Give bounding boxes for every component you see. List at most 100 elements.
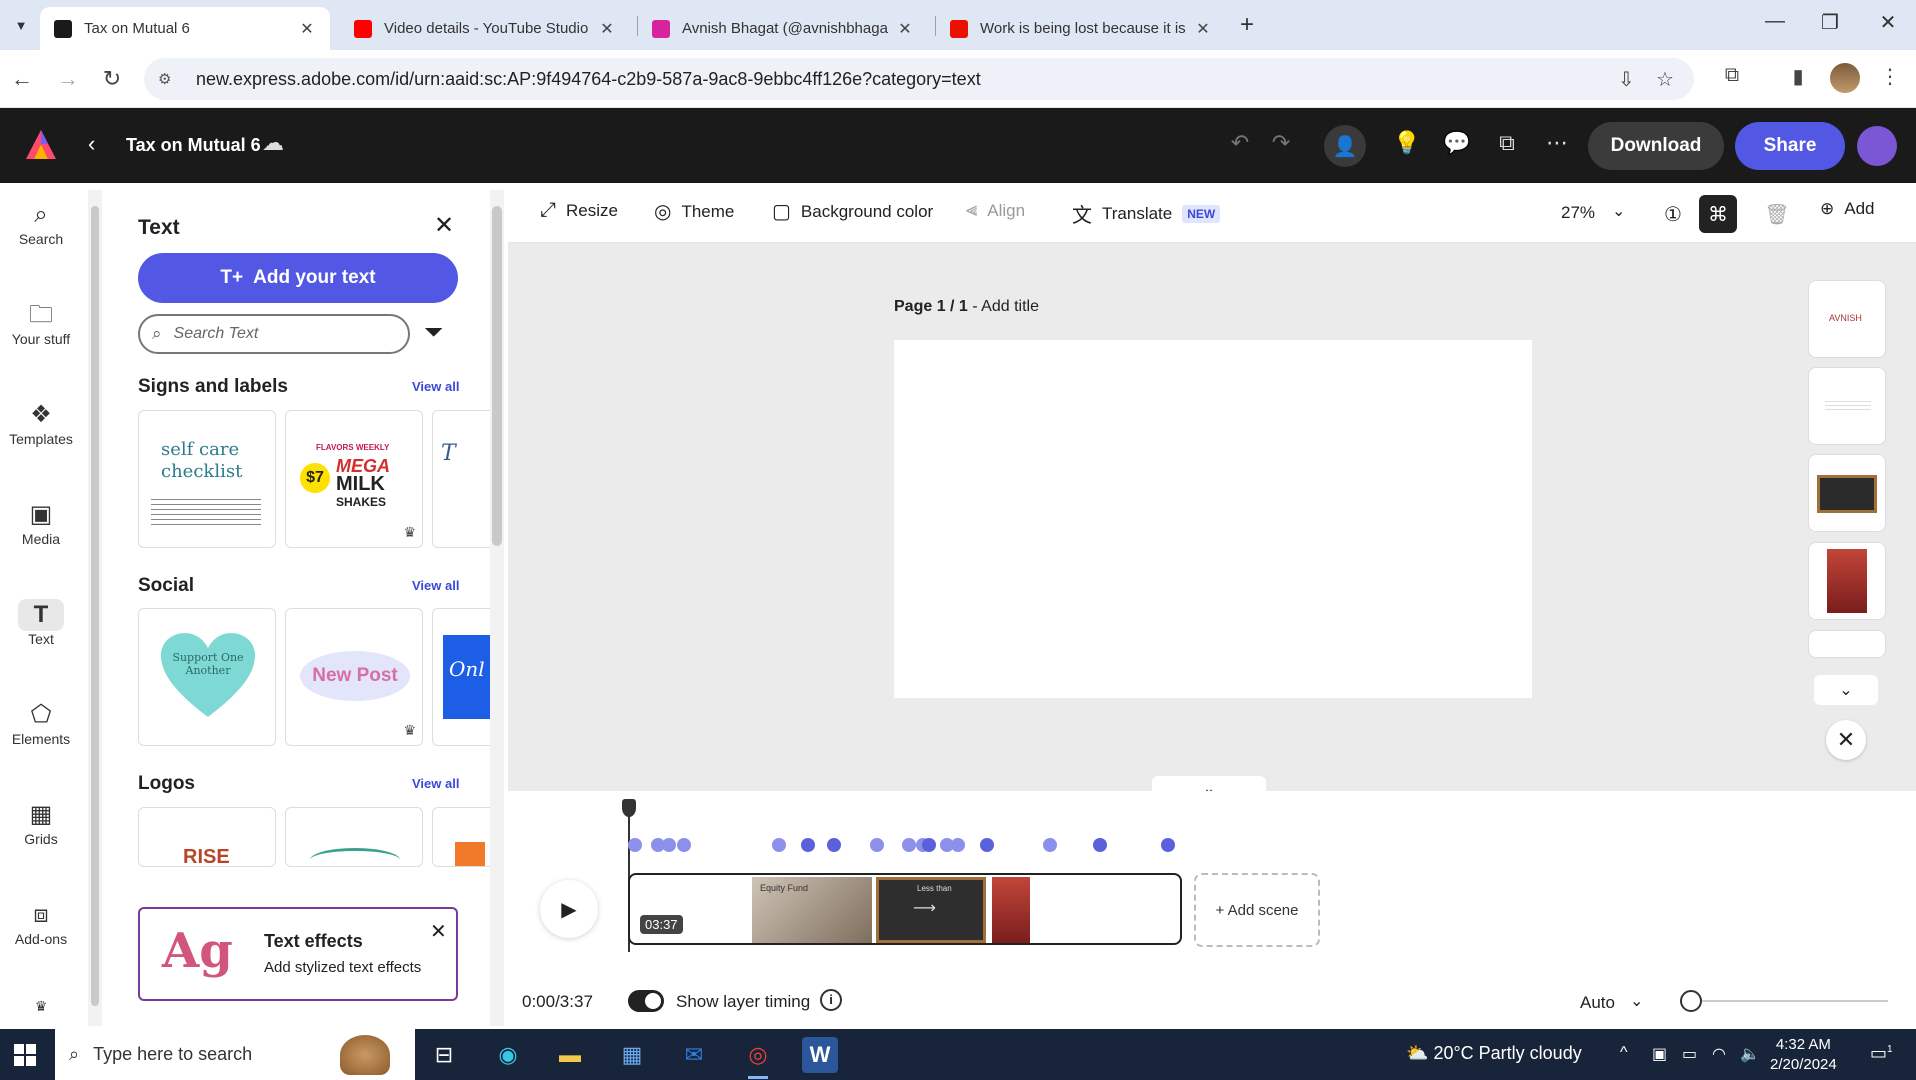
timing-dot[interactable] xyxy=(1161,838,1175,852)
share-button[interactable]: Share xyxy=(1735,122,1845,170)
meet-now-icon[interactable]: ▣ xyxy=(1652,1044,1667,1064)
add-page-button[interactable]: ⊕ Add xyxy=(1820,199,1875,219)
scene-thumbnail[interactable] xyxy=(992,877,1030,943)
rail-scrollbar[interactable] xyxy=(88,190,102,1026)
collapse-timeline-icon[interactable]: ⌄ xyxy=(1152,776,1266,796)
chevron-down-icon[interactable]: ⌄ xyxy=(1630,991,1643,1011)
back-to-home-icon[interactable]: ‹ xyxy=(88,131,95,157)
close-thumbnails-icon[interactable]: ✕ xyxy=(1826,720,1866,760)
download-button[interactable]: Download xyxy=(1588,122,1724,170)
show-layer-timing-toggle[interactable] xyxy=(628,990,664,1012)
close-tab-icon[interactable]: ✕ xyxy=(896,19,914,39)
weather-widget[interactable]: ⛅ 20°C Partly cloudy xyxy=(1406,1043,1582,1064)
background-color-button[interactable]: ▢ Background color xyxy=(772,199,933,224)
mail-icon[interactable]: ✉ xyxy=(676,1037,712,1073)
filter-icon[interactable]: ⏷ xyxy=(424,319,443,347)
timing-dot[interactable] xyxy=(870,838,884,852)
search-text-input[interactable]: ⌕ Search Text xyxy=(138,314,410,354)
comment-icon[interactable]: 💬 xyxy=(1440,130,1474,156)
timing-dot[interactable] xyxy=(902,838,916,852)
volume-icon[interactable]: 🔈 xyxy=(1740,1044,1760,1064)
timing-dot[interactable] xyxy=(628,838,642,852)
tab-tax-on-mutual[interactable]: Tax on Mutual 6 ✕ xyxy=(40,7,330,50)
rail-item-grids[interactable]: ▦ Grids xyxy=(0,799,82,847)
scene-thumbnail[interactable]: Less than ⟶ xyxy=(876,877,986,943)
invite-collaborator-icon[interactable]: 👤 xyxy=(1324,125,1366,167)
rail-item-elements[interactable]: ⬠ Elements xyxy=(0,699,82,747)
add-your-text-button[interactable]: T+ Add your text xyxy=(138,253,458,303)
chrome-icon[interactable]: ◎ xyxy=(740,1037,776,1079)
zoom-chevron-icon[interactable]: ⌄ xyxy=(1612,201,1625,221)
rail-item-your-stuff[interactable]: 🗀 Your stuff xyxy=(0,299,82,347)
template-card-milk-shakes[interactable]: FLAVORS WEEKLY $7 MEGA MILK SHAKES ♛ xyxy=(285,410,423,548)
tab-search-chevron-icon[interactable]: ▼ xyxy=(8,12,34,38)
back-icon[interactable]: ← xyxy=(8,66,36,92)
system-clock[interactable]: 4:32 AM 2/20/2024 xyxy=(1770,1035,1837,1075)
show-hidden-icons-icon[interactable]: ^ xyxy=(1620,1044,1628,1062)
page-thumbnail[interactable] xyxy=(1808,454,1886,532)
template-card-logo-2[interactable] xyxy=(285,807,423,867)
site-settings-icon[interactable]: ⚙ xyxy=(158,70,180,88)
close-panel-icon[interactable]: ✕ xyxy=(434,211,454,240)
timeline-zoom-slider-handle[interactable] xyxy=(1680,990,1702,1012)
wifi-icon[interactable]: ◠ xyxy=(1712,1044,1726,1064)
browser-menu-icon[interactable]: ⋮ xyxy=(1876,64,1904,89)
play-button[interactable]: ▶ xyxy=(540,880,598,938)
scroll-thumb[interactable] xyxy=(492,206,502,546)
tab-instagram[interactable]: Avnish Bhagat (@avnishbhagat ✕ xyxy=(638,7,928,50)
file-explorer-icon[interactable]: ▬ xyxy=(552,1037,588,1073)
zoom-level[interactable]: 27% xyxy=(1561,203,1595,223)
close-window-icon[interactable]: ✕ xyxy=(1868,10,1908,35)
timing-dot[interactable] xyxy=(951,838,965,852)
page-thumbnail[interactable] xyxy=(1808,542,1886,620)
microsoft-store-icon[interactable]: ▦ xyxy=(614,1037,650,1073)
redo-icon[interactable]: ↷ xyxy=(1264,130,1298,156)
new-tab-icon[interactable]: + xyxy=(1240,11,1254,39)
template-card-partial[interactable]: T xyxy=(432,410,490,548)
timeline-zoom-mode[interactable]: Auto xyxy=(1580,993,1615,1013)
edge-icon[interactable]: ◉ xyxy=(490,1037,526,1073)
timing-dot[interactable] xyxy=(801,838,815,852)
minimize-icon[interactable]: — xyxy=(1755,10,1795,33)
close-tab-icon[interactable]: ✕ xyxy=(298,19,316,39)
add-scene-button[interactable]: + Add scene xyxy=(1194,873,1320,947)
close-tab-icon[interactable]: ✕ xyxy=(1194,19,1212,39)
page-number-icon[interactable]: ① xyxy=(1654,195,1692,233)
tab-work-lost[interactable]: Work is being lost because it is ✕ xyxy=(936,7,1226,50)
template-card-heart[interactable]: Support One Another xyxy=(138,608,276,746)
thumbnails-scroll-down-icon[interactable]: ⌄ xyxy=(1814,675,1878,705)
view-all-signs-link[interactable]: View all xyxy=(412,379,459,394)
adobe-express-logo-icon[interactable] xyxy=(24,128,58,162)
template-card-self-care[interactable]: self care checklist xyxy=(138,410,276,548)
template-card-onl[interactable]: Onl xyxy=(432,608,490,746)
timing-dot[interactable] xyxy=(922,838,936,852)
close-tab-icon[interactable]: ✕ xyxy=(598,19,616,39)
lightbulb-icon[interactable]: 💡 xyxy=(1390,130,1424,156)
present-icon[interactable]: ⧉ xyxy=(1490,130,1524,156)
info-icon[interactable]: i xyxy=(820,989,842,1011)
windows-start-icon[interactable] xyxy=(14,1044,36,1066)
timing-dot[interactable] xyxy=(1093,838,1107,852)
url-bar[interactable]: ⚙ new.express.adobe.com/id/urn:aaid:sc:A… xyxy=(144,58,1694,100)
task-view-icon[interactable]: ⊟ xyxy=(426,1037,462,1073)
timing-dot[interactable] xyxy=(772,838,786,852)
document-title[interactable]: Tax on Mutual 6 xyxy=(126,135,261,156)
profile-avatar[interactable] xyxy=(1830,63,1860,93)
timing-dot[interactable] xyxy=(1043,838,1057,852)
restore-icon[interactable]: ❐ xyxy=(1810,10,1850,35)
premium-crown-icon[interactable]: ♛ xyxy=(0,998,82,1015)
rail-item-add-ons[interactable]: ⧈ Add-ons xyxy=(0,899,82,947)
timing-dot[interactable] xyxy=(980,838,994,852)
cloud-sync-icon[interactable]: ☁ xyxy=(262,130,284,156)
tab-youtube-studio[interactable]: Video details - YouTube Studio ✕ xyxy=(340,7,630,50)
side-panel-icon[interactable]: ▮ xyxy=(1784,64,1812,89)
battery-icon[interactable]: ▭ xyxy=(1682,1044,1697,1064)
rail-item-templates[interactable]: ❖ Templates xyxy=(0,399,82,447)
template-card-new-post[interactable]: New Post ♛ xyxy=(285,608,423,746)
word-icon[interactable]: W xyxy=(802,1037,838,1073)
design-canvas[interactable] xyxy=(894,340,1532,698)
close-text-effects-icon[interactable]: ✕ xyxy=(430,919,447,944)
page-thumbnail[interactable] xyxy=(1808,630,1886,658)
grid-view-icon[interactable]: ⌘ xyxy=(1699,195,1737,233)
install-app-icon[interactable]: ⇩ xyxy=(1618,67,1635,92)
